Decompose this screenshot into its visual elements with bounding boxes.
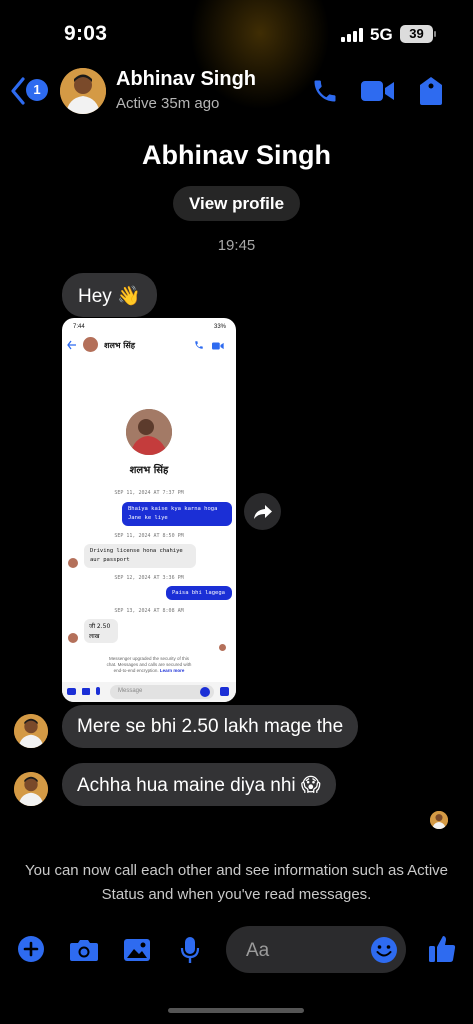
- ss-phone-icon: [195, 341, 203, 349]
- ss-header-avatar: [83, 337, 98, 352]
- ss-recv-text: aur passport: [90, 557, 130, 563]
- message-bubble[interactable]: Hey 👋: [62, 273, 157, 317]
- message-bubble[interactable]: Achha hua maine diya nhi 😱: [62, 763, 336, 806]
- home-indicator: [168, 1008, 304, 1013]
- info-button[interactable]: [419, 76, 443, 111]
- avatar[interactable]: [60, 68, 106, 114]
- view-profile-button[interactable]: View profile: [173, 186, 300, 221]
- ss-sent-text: Bhaiya kaise kya karna hoga: [128, 506, 218, 512]
- ss-battery: 33%: [214, 324, 227, 330]
- battery-icon: 39: [400, 25, 433, 43]
- camera-button[interactable]: [69, 938, 99, 967]
- ss-date: SEP 12, 2024 AT 3:36 PM: [114, 575, 184, 581]
- message-text: Achha hua maine diya nhi 😱: [77, 775, 321, 796]
- gallery-button[interactable]: [123, 938, 151, 967]
- signal-icon: [341, 28, 363, 42]
- ss-like-icon: [220, 687, 229, 696]
- ss-contact-name: शलभ सिंह: [104, 341, 136, 350]
- seen-avatar: [430, 811, 448, 829]
- message-bubble[interactable]: Mere se bhi 2.50 lakh mage the: [62, 705, 359, 748]
- ss-mic-icon: [96, 687, 100, 695]
- status-time: 9:03: [64, 22, 108, 45]
- ss-recv-text: लाख: [89, 633, 100, 640]
- video-call-button[interactable]: [361, 80, 395, 107]
- ss-recv-avatar: [68, 633, 78, 643]
- ss-sent-text: Paisa bhi lagega: [172, 590, 225, 596]
- add-button[interactable]: [18, 936, 44, 967]
- unread-badge[interactable]: 1: [26, 79, 48, 101]
- ss-gallery-icon: [82, 688, 90, 695]
- message-input[interactable]: Aa: [226, 926, 406, 973]
- phone-icon: [314, 80, 336, 102]
- message-input-placeholder: Aa: [246, 940, 270, 961]
- ss-sent-text: Jane ke liye: [128, 515, 168, 521]
- ss-date: SEP 11, 2024 AT 8:50 PM: [114, 533, 184, 539]
- audio-call-button[interactable]: [311, 77, 339, 110]
- ss-profile-avatar: [126, 409, 172, 455]
- ss-composer: Message: [62, 682, 236, 702]
- ss-notice: Messenger upgraded the security of this: [108, 656, 190, 661]
- ss-recv-text: जी 2.50: [89, 623, 111, 630]
- sender-avatar[interactable]: [14, 714, 48, 748]
- ss-emoji-icon: [200, 687, 210, 697]
- sender-avatar[interactable]: [14, 772, 48, 806]
- ss-learn-more: Learn more: [159, 668, 185, 673]
- emoji-icon[interactable]: [370, 936, 398, 964]
- ss-date: SEP 11, 2024 AT 7:37 PM: [114, 490, 184, 496]
- composer: Aa: [0, 922, 473, 982]
- chat-header: 1 Abhinav Singh Active 35m ago: [0, 60, 473, 122]
- shared-image[interactable]: 7:44 33% शलभ सिंह शलभ सिंह SEP 11, 2024 …: [62, 318, 236, 702]
- conversation-timestamp: 19:45: [217, 237, 256, 254]
- camera-icon: [70, 940, 98, 961]
- thumbs-up-icon: [429, 936, 456, 962]
- status-bar: 9:03 5G 39: [0, 0, 473, 60]
- like-button[interactable]: [428, 934, 456, 969]
- ss-back-icon: [67, 340, 76, 350]
- contact-status: Active 35m ago: [116, 95, 220, 112]
- battery-tip: [434, 31, 436, 37]
- microphone-icon: [180, 937, 200, 963]
- forward-button[interactable]: [244, 493, 281, 530]
- ss-video-icon: [212, 342, 224, 350]
- network-type: 5G: [370, 25, 393, 44]
- info-tag-icon: [420, 77, 442, 105]
- ss-input: Message: [110, 685, 214, 699]
- ss-recv-avatar: [68, 558, 78, 568]
- ss-status-time: 7:44: [73, 324, 85, 330]
- voice-button[interactable]: [180, 936, 200, 969]
- message-text: Hey 👋: [78, 286, 141, 307]
- ss-notice: end-to-end encryption.: [113, 668, 159, 673]
- plus-icon: [18, 936, 44, 962]
- info-notice: You can now call each other and see info…: [24, 862, 449, 903]
- contact-name[interactable]: Abhinav Singh: [116, 68, 256, 91]
- message-text: Mere se bhi 2.50 lakh mage the: [77, 716, 344, 737]
- ss-notice: chat. Messages and calls are secured wit…: [106, 662, 192, 667]
- back-chevron-icon: [11, 77, 25, 105]
- video-camera-icon: [361, 81, 394, 101]
- ss-notice-line: end-to-end encryption. Learn more: [62, 668, 236, 673]
- ss-profile-name: शलभ सिंह: [129, 465, 169, 476]
- ss-input-placeholder: Message: [118, 688, 143, 694]
- ss-seen-avatar: [219, 644, 226, 651]
- gallery-icon: [124, 939, 150, 961]
- ss-recv-text: Driving license hona chahiye: [90, 548, 183, 554]
- ss-date: SEP 13, 2024 AT 8:08 AM: [114, 608, 184, 614]
- ss-camera-icon: [67, 688, 76, 695]
- forward-arrow-icon: [254, 505, 272, 519]
- profile-name: Abhinav Singh: [142, 140, 331, 170]
